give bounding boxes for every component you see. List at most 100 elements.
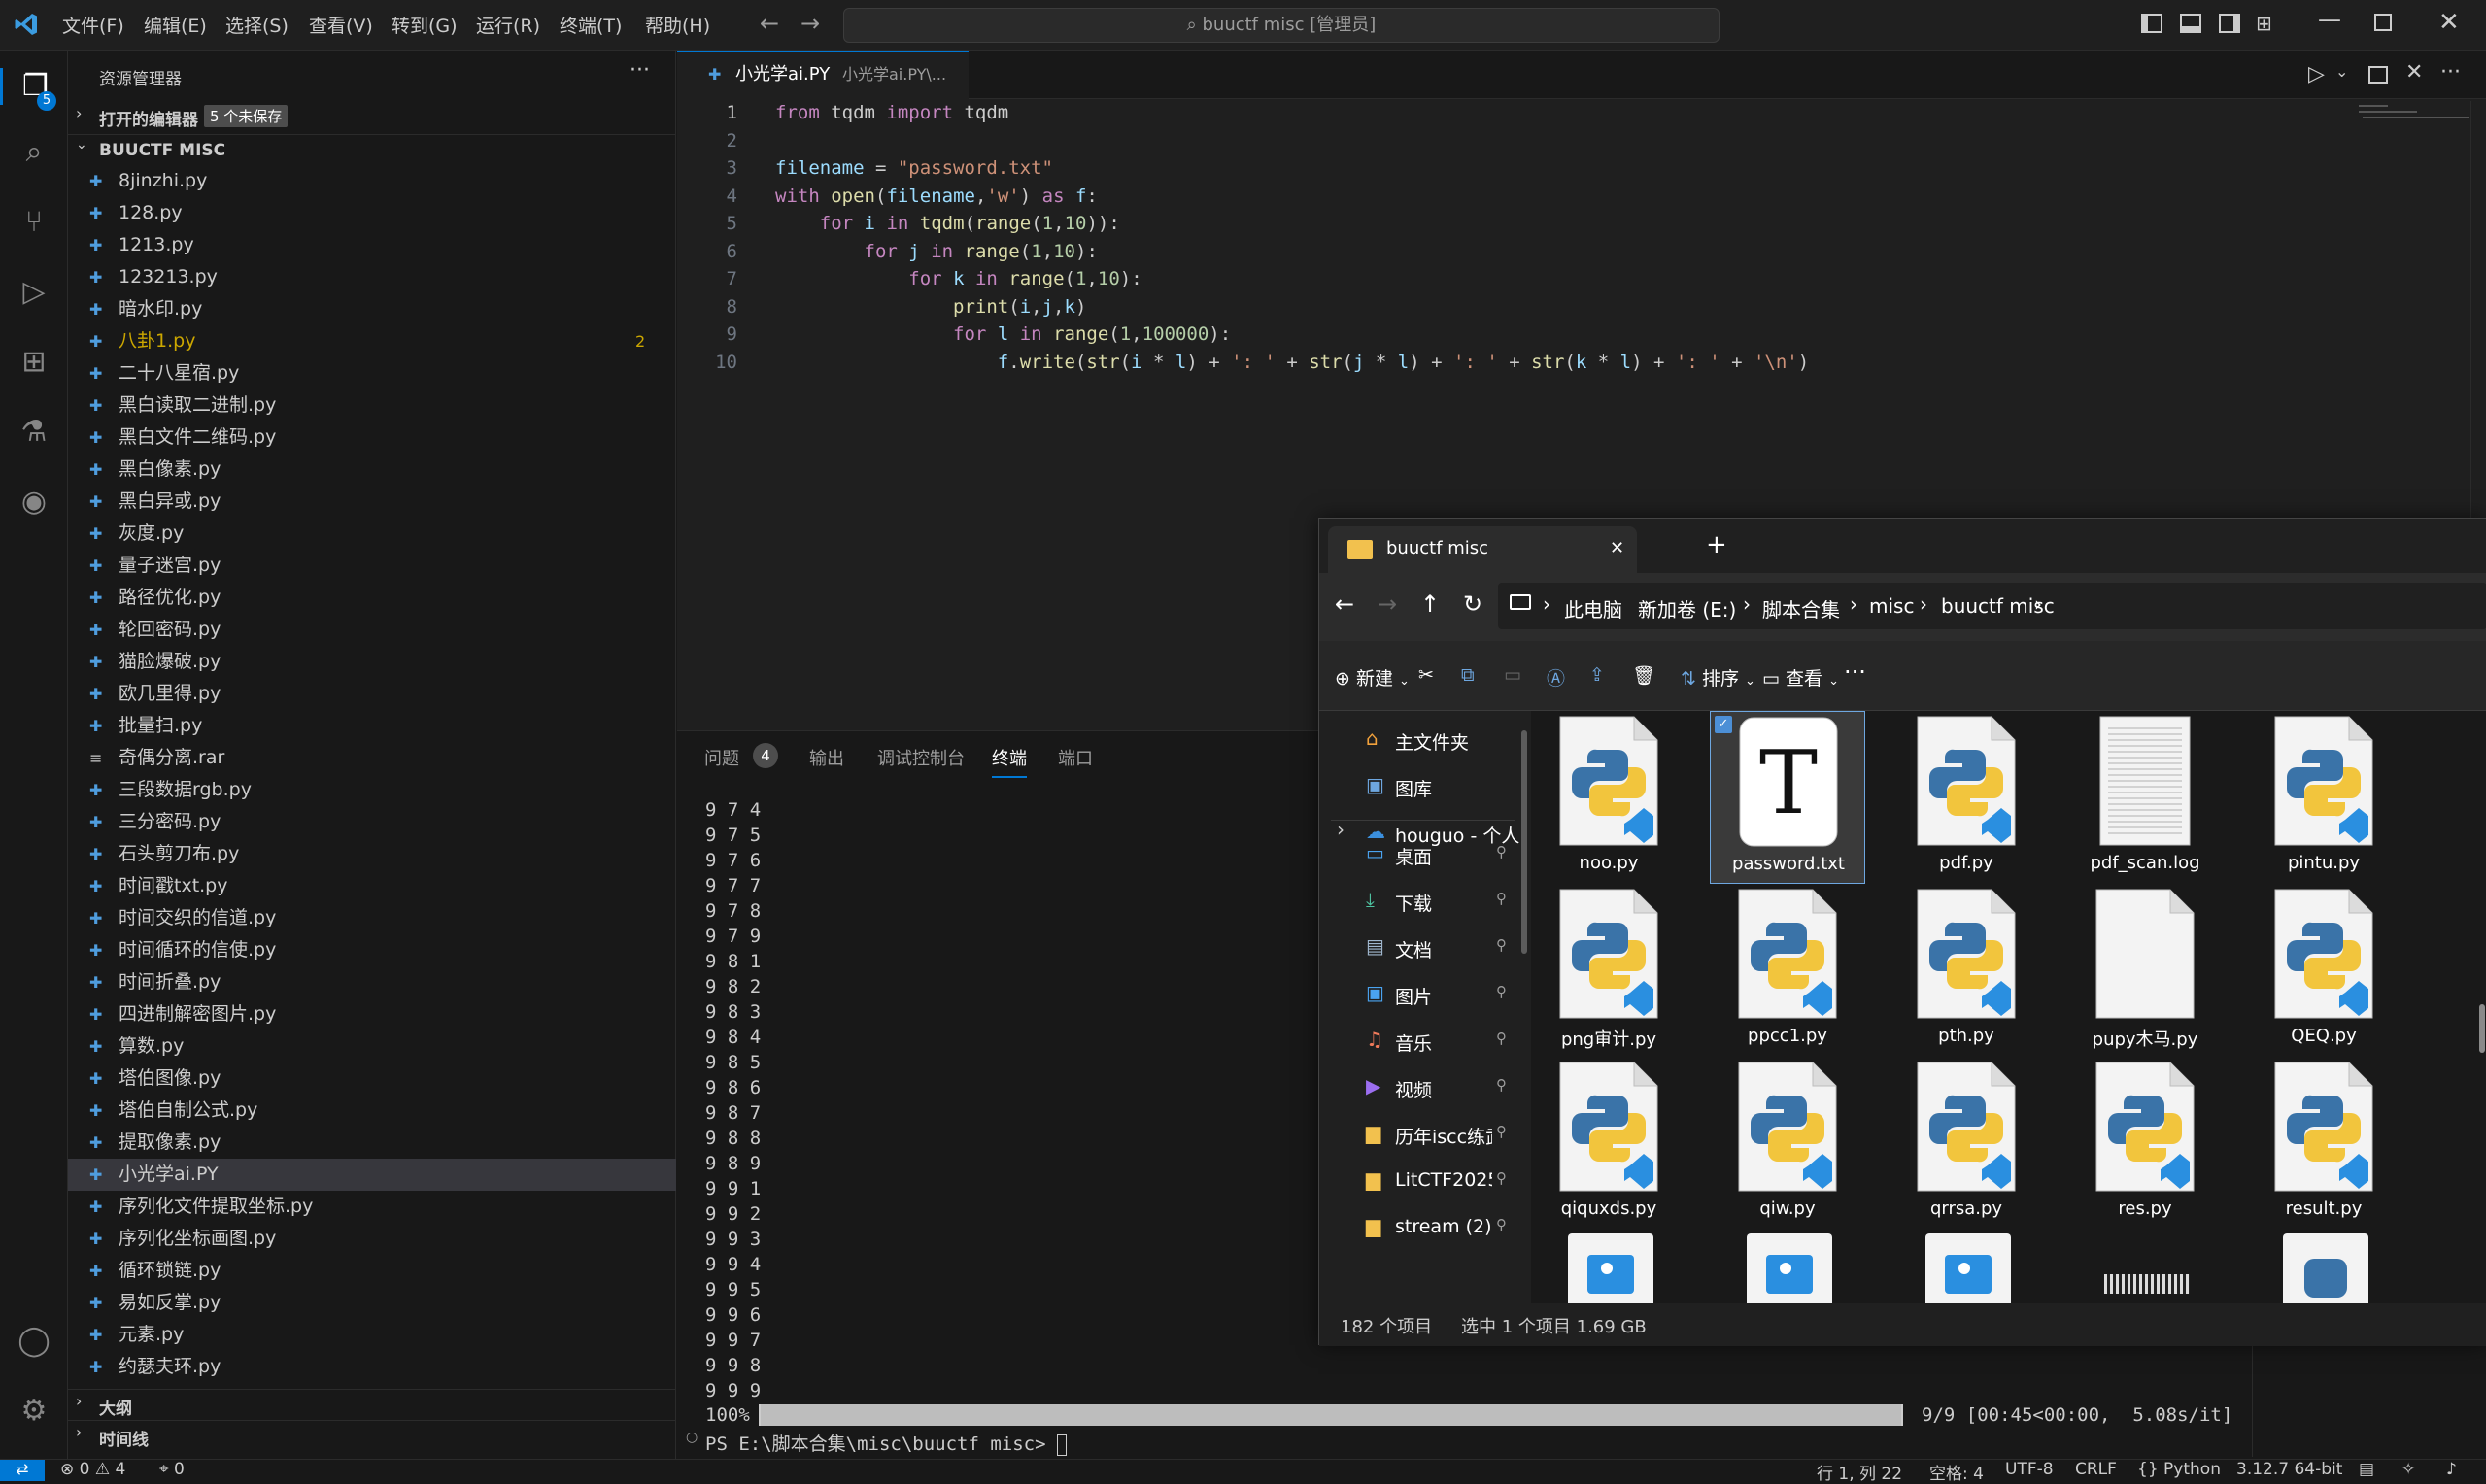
file-tree-item[interactable]: ✚ 量子迷宫.py bbox=[68, 550, 676, 582]
menu-edit[interactable]: 编辑(E) bbox=[144, 12, 207, 38]
tab-debug-console[interactable]: 调试控制台 bbox=[877, 745, 965, 770]
search-icon[interactable]: ⌕ bbox=[16, 134, 52, 171]
file-grid-item[interactable]: pupy木马.py bbox=[2067, 884, 2223, 1057]
menu-terminal[interactable]: 终端(T) bbox=[560, 12, 622, 38]
file-tree-item[interactable]: ≡ 奇偶分离.rar bbox=[68, 742, 676, 774]
copilot-icon[interactable]: ✧ bbox=[2401, 1460, 2415, 1479]
split-editor-icon[interactable] bbox=[2368, 66, 2388, 84]
file-tree-item[interactable]: ✚ 128.py bbox=[68, 197, 676, 229]
run-python-icon[interactable]: ▷ bbox=[2308, 62, 2325, 86]
file-tree-item[interactable]: ✚ 石头剪刀布.py bbox=[68, 838, 676, 870]
grid-scrollbar[interactable] bbox=[2479, 1004, 2485, 1053]
tab-terminal[interactable]: 终端 bbox=[992, 745, 1027, 778]
file-tree-item[interactable]: ✚ 暗水印.py bbox=[68, 293, 676, 325]
file-tree-item[interactable]: ✚ 易如反掌.py bbox=[68, 1287, 676, 1319]
file-tree-item[interactable]: ✚ 批量扫.py bbox=[68, 710, 676, 742]
image-file-icon[interactable] bbox=[1568, 1233, 1653, 1303]
feedback-icon[interactable]: ▤ bbox=[2359, 1460, 2374, 1479]
file-grid-item[interactable]: qiquxds.py bbox=[1531, 1057, 1686, 1230]
up-arrow-icon[interactable]: ↑ bbox=[1420, 590, 1440, 618]
account-icon[interactable]: ◯ bbox=[16, 1323, 52, 1360]
menu-go[interactable]: 转到(G) bbox=[392, 12, 458, 38]
share-icon[interactable]: ⇪ bbox=[1589, 664, 1605, 686]
file-tree-item[interactable]: ✚ 时间循环的信使.py bbox=[68, 934, 676, 966]
close-tab-icon[interactable]: ✕ bbox=[2405, 60, 2423, 84]
file-tree-item[interactable]: ✚ 循环锁链.py bbox=[68, 1255, 676, 1287]
file-tree-item[interactable]: ✚ 123213.py bbox=[68, 261, 676, 293]
file-grid-item[interactable]: result.py bbox=[2246, 1057, 2401, 1230]
file-grid-item[interactable]: ppcc1.py bbox=[1710, 884, 1865, 1057]
line-ending[interactable]: CRLF bbox=[2075, 1460, 2117, 1479]
file-grid-item[interactable]: png审计.py bbox=[1531, 884, 1686, 1057]
nav-pinned-item[interactable]: ▶ 视频 ⚲ bbox=[1319, 1068, 1521, 1107]
nav-pinned-item[interactable]: ▆ 历年iscc练武⚲ bbox=[1319, 1115, 1521, 1154]
file-tree-item[interactable]: ✚ 欧几里得.py bbox=[68, 678, 676, 710]
testing-icon[interactable]: ⚗ bbox=[16, 414, 52, 451]
menu-help[interactable]: 帮助(H) bbox=[645, 12, 710, 38]
file-tree-item[interactable]: ✚ 小光学ai.PY bbox=[68, 1159, 676, 1191]
close-tab-icon[interactable]: ✕ bbox=[1610, 526, 1624, 571]
tab-output[interactable]: 输出 bbox=[809, 745, 844, 770]
new-tab-icon[interactable]: + bbox=[1706, 530, 1727, 559]
more-options-icon[interactable]: ··· bbox=[1844, 658, 1866, 686]
indentation[interactable]: 空格: 4 bbox=[1929, 1460, 1984, 1484]
nav-item[interactable]: ⌂ 主文件夹 bbox=[1319, 721, 1521, 759]
file-grid-item[interactable]: T ✓ password.txt bbox=[1710, 711, 1865, 884]
nav-pinned-item[interactable]: ▣ 图片 ⚲ bbox=[1319, 975, 1521, 1014]
file-tree-item[interactable]: ✚ 黑白异或.py bbox=[68, 486, 676, 518]
file-tree-item[interactable]: ✚ 塔伯自制公式.py bbox=[68, 1095, 676, 1127]
file-tree-item[interactable]: ✚ 轮回密码.py bbox=[68, 614, 676, 646]
folder-header[interactable]: ⌄ BUUCTF MISC bbox=[68, 134, 676, 161]
nav-item[interactable]: ▣ 图库 bbox=[1319, 767, 1521, 806]
language-mode[interactable]: {} Python bbox=[2137, 1460, 2221, 1479]
remote-indicator-icon[interactable]: ⇄ bbox=[0, 1460, 45, 1481]
file-tree-item[interactable]: ✚ 八卦1.py 2 bbox=[68, 325, 676, 357]
restore-icon[interactable] bbox=[2374, 14, 2392, 31]
file-tree-item[interactable]: ✚ 提取像素.py bbox=[68, 1127, 676, 1159]
file-tree-item[interactable]: ✚ 黑白像素.py bbox=[68, 454, 676, 486]
file-grid-item[interactable]: pdf_scan.log bbox=[2067, 711, 2223, 884]
nav-pinned-item[interactable]: ♫ 音乐 ⚲ bbox=[1319, 1022, 1521, 1061]
sort-button[interactable]: ⇅ 排序 ⌄ bbox=[1681, 664, 1755, 691]
timeline-header[interactable]: › 时间线 bbox=[68, 1420, 676, 1450]
view-button[interactable]: ▭ 查看 ⌄ bbox=[1762, 664, 1839, 691]
file-tree-item[interactable]: ✚ 序列化坐标画图.py bbox=[68, 1223, 676, 1255]
ports-status[interactable]: ⌖ 0 bbox=[159, 1460, 185, 1479]
file-tree-item[interactable]: ✚ 三段数据rgb.py bbox=[68, 774, 676, 806]
file-grid-item[interactable]: noo.py bbox=[1531, 711, 1686, 884]
explorer-tab[interactable]: buuctf misc ✕ bbox=[1328, 526, 1637, 573]
nav-pinned-item[interactable]: ▤ 文档 ⚲ bbox=[1319, 928, 1521, 967]
menu-selection[interactable]: 选择(S) bbox=[225, 12, 289, 38]
close-window-icon[interactable]: ✕ bbox=[2438, 8, 2460, 37]
tab-ports[interactable]: 端口 bbox=[1058, 745, 1093, 770]
forward-arrow-icon[interactable]: → bbox=[1378, 590, 1397, 618]
breadcrumb-item[interactable]: 新加卷 (E:) bbox=[1638, 594, 1736, 623]
file-tree-item[interactable]: ✚ 约瑟夫环.py bbox=[68, 1351, 676, 1383]
file-tree-item[interactable]: ✚ 时间交织的信道.py bbox=[68, 902, 676, 934]
menu-file[interactable]: 文件(F) bbox=[62, 12, 124, 38]
paste-icon[interactable]: ▭ bbox=[1504, 664, 1521, 686]
code-area[interactable]: from tqdm import tqdm filename = "passwo… bbox=[775, 102, 2232, 393]
back-arrow-icon[interactable]: ← bbox=[1335, 590, 1354, 618]
file-tree-item[interactable]: ✚ 元素.py bbox=[68, 1319, 676, 1351]
nav-scrollbar[interactable] bbox=[1521, 730, 1527, 954]
more-actions-icon[interactable]: ··· bbox=[630, 58, 650, 83]
file-tree-item[interactable]: ✚ 三分密码.py bbox=[68, 806, 676, 838]
chevron-down-icon[interactable]: ⌄ bbox=[2335, 62, 2348, 81]
forward-arrow-icon[interactable]: → bbox=[800, 10, 820, 37]
outline-header[interactable]: › 大纲 bbox=[68, 1389, 676, 1419]
open-editors-header[interactable]: › 打开的编辑器 5 个未保存 bbox=[68, 103, 676, 130]
file-tree-item[interactable]: ✚ 塔伯图像.py bbox=[68, 1062, 676, 1095]
file-tree-item[interactable]: ✚ 序列化文件提取坐标.py bbox=[68, 1191, 676, 1223]
toggle-primary-sidebar-icon[interactable] bbox=[2141, 14, 2162, 33]
file-tree-item[interactable]: ✚ 时间折叠.py bbox=[68, 966, 676, 998]
python-interpreter[interactable]: 3.12.7 64-bit bbox=[2236, 1460, 2342, 1479]
more-actions-icon[interactable]: ··· bbox=[2440, 60, 2461, 84]
file-grid-item[interactable]: pth.py bbox=[1889, 884, 2044, 1057]
toggle-panel-icon[interactable] bbox=[2180, 14, 2201, 33]
breadcrumb-item[interactable]: 脚本合集 bbox=[1762, 594, 1840, 623]
delete-icon[interactable]: 🗑 bbox=[1632, 664, 1655, 687]
toggle-secondary-sidebar-icon[interactable] bbox=[2219, 14, 2240, 33]
file-grid-item[interactable]: QEQ.py bbox=[2246, 884, 2401, 1057]
tab-problems[interactable]: 问题 bbox=[704, 745, 739, 770]
